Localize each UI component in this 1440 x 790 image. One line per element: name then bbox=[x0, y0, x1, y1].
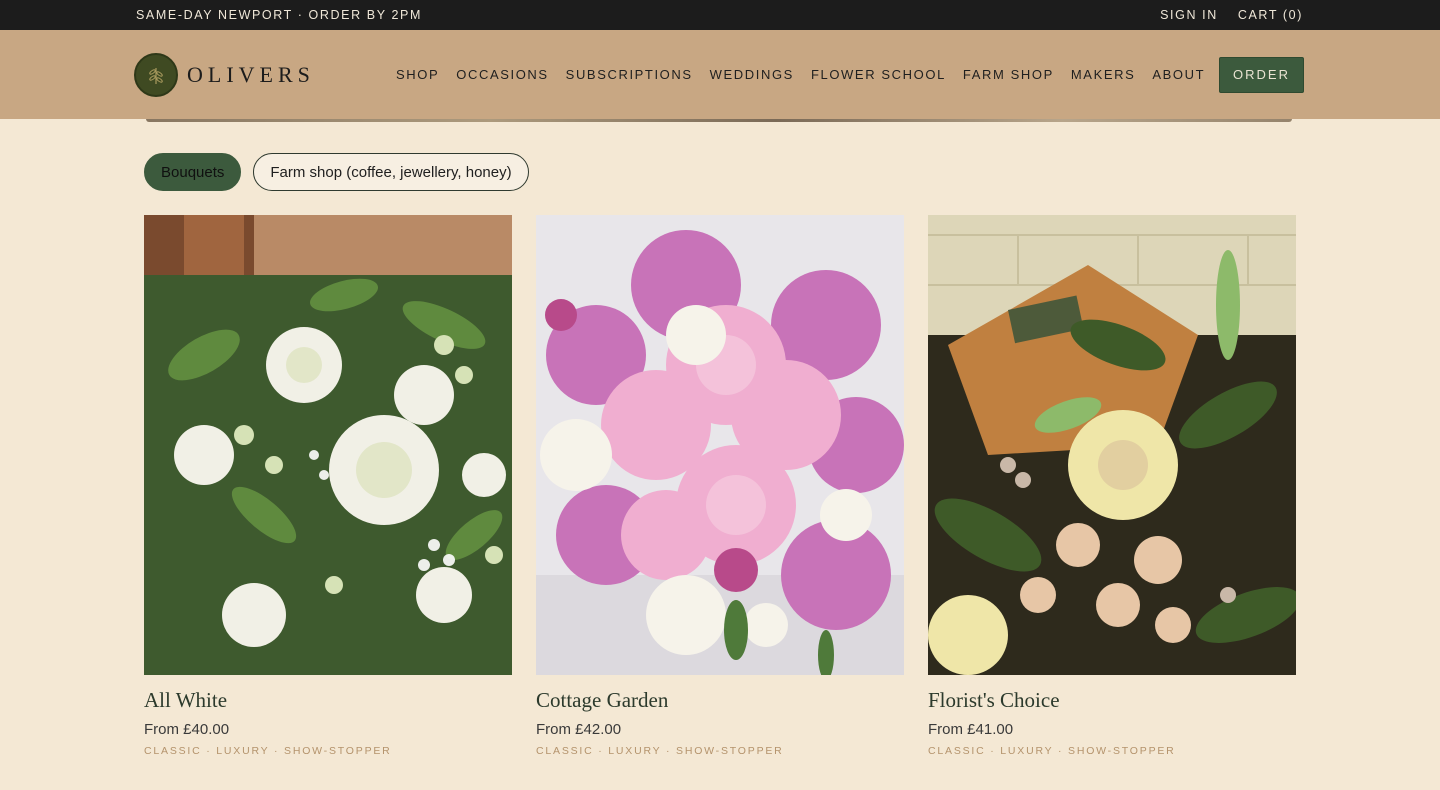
olive-branch-icon bbox=[134, 52, 178, 97]
nav-subscriptions[interactable]: SUBSCRIPTIONS bbox=[566, 67, 693, 82]
nav-weddings[interactable]: WEDDINGS bbox=[710, 67, 794, 82]
nav-makers[interactable]: MAKERS bbox=[1071, 67, 1136, 82]
sign-in-link[interactable]: SIGN IN bbox=[1160, 8, 1218, 22]
nav-farm-shop[interactable]: FARM SHOP bbox=[963, 67, 1054, 82]
product-image-cream-roses[interactable] bbox=[928, 215, 1296, 675]
nav-occasions[interactable]: OCCASIONS bbox=[456, 67, 548, 82]
main-nav: SHOP OCCASIONS SUBSCRIPTIONS WEDDINGS FL… bbox=[396, 67, 1219, 82]
nav-shop[interactable]: SHOP bbox=[396, 67, 439, 82]
product-price: From £41.00 bbox=[928, 721, 1014, 738]
product-tags: CLASSIC · LUXURY · SHOW-STOPPER bbox=[928, 745, 1176, 757]
announcement-text: SAME-DAY NEWPORT · ORDER BY 2PM bbox=[136, 8, 422, 22]
product-price: From £42.00 bbox=[536, 721, 622, 738]
nav-flower-school[interactable]: FLOWER SCHOOL bbox=[811, 67, 946, 82]
filter-bouquets[interactable]: Bouquets bbox=[144, 153, 242, 191]
product-image-pink-peonies[interactable] bbox=[536, 215, 904, 675]
site-header: OLIVERS SHOP OCCASIONS SUBSCRIPTIONS WED… bbox=[0, 30, 1440, 119]
product-name[interactable]: All White bbox=[144, 688, 512, 713]
announcement-bar: SAME-DAY NEWPORT · ORDER BY 2PM SIGN IN … bbox=[0, 0, 1440, 30]
product-tags: CLASSIC · LUXURY · SHOW-STOPPER bbox=[144, 745, 392, 757]
logo-wordmark: OLIVERS bbox=[187, 61, 315, 87]
product-image-white-roses[interactable] bbox=[144, 215, 512, 675]
product-tags: CLASSIC · LUXURY · SHOW-STOPPER bbox=[536, 745, 784, 757]
logo[interactable]: OLIVERS bbox=[134, 52, 396, 97]
filter-farm-shop[interactable]: Farm shop (coffee, jewellery, honey) bbox=[253, 153, 529, 191]
order-button[interactable]: ORDER bbox=[1219, 56, 1304, 93]
category-filters: Bouquets Farm shop (coffee, jewellery, h… bbox=[0, 119, 1440, 191]
product-price: From £40.00 bbox=[144, 721, 230, 738]
hero-image-edge bbox=[146, 119, 1292, 122]
product-name[interactable]: Cottage Garden bbox=[536, 688, 904, 713]
nav-about[interactable]: ABOUT bbox=[1152, 67, 1205, 82]
product-card[interactable]: All White From £40.00 CLASSIC · LUXURY ·… bbox=[144, 215, 512, 757]
cart-link[interactable]: CART (0) bbox=[1238, 8, 1303, 22]
product-card[interactable]: Cottage Garden From £42.00 CLASSIC · LUX… bbox=[536, 215, 904, 757]
account-links: SIGN IN CART (0) bbox=[1160, 8, 1303, 22]
product-card[interactable]: Florist's Choice From £41.00 CLASSIC · L… bbox=[928, 215, 1296, 757]
product-grid: All White From £40.00 CLASSIC · LUXURY ·… bbox=[0, 191, 1440, 757]
product-name[interactable]: Florist's Choice bbox=[928, 688, 1296, 713]
